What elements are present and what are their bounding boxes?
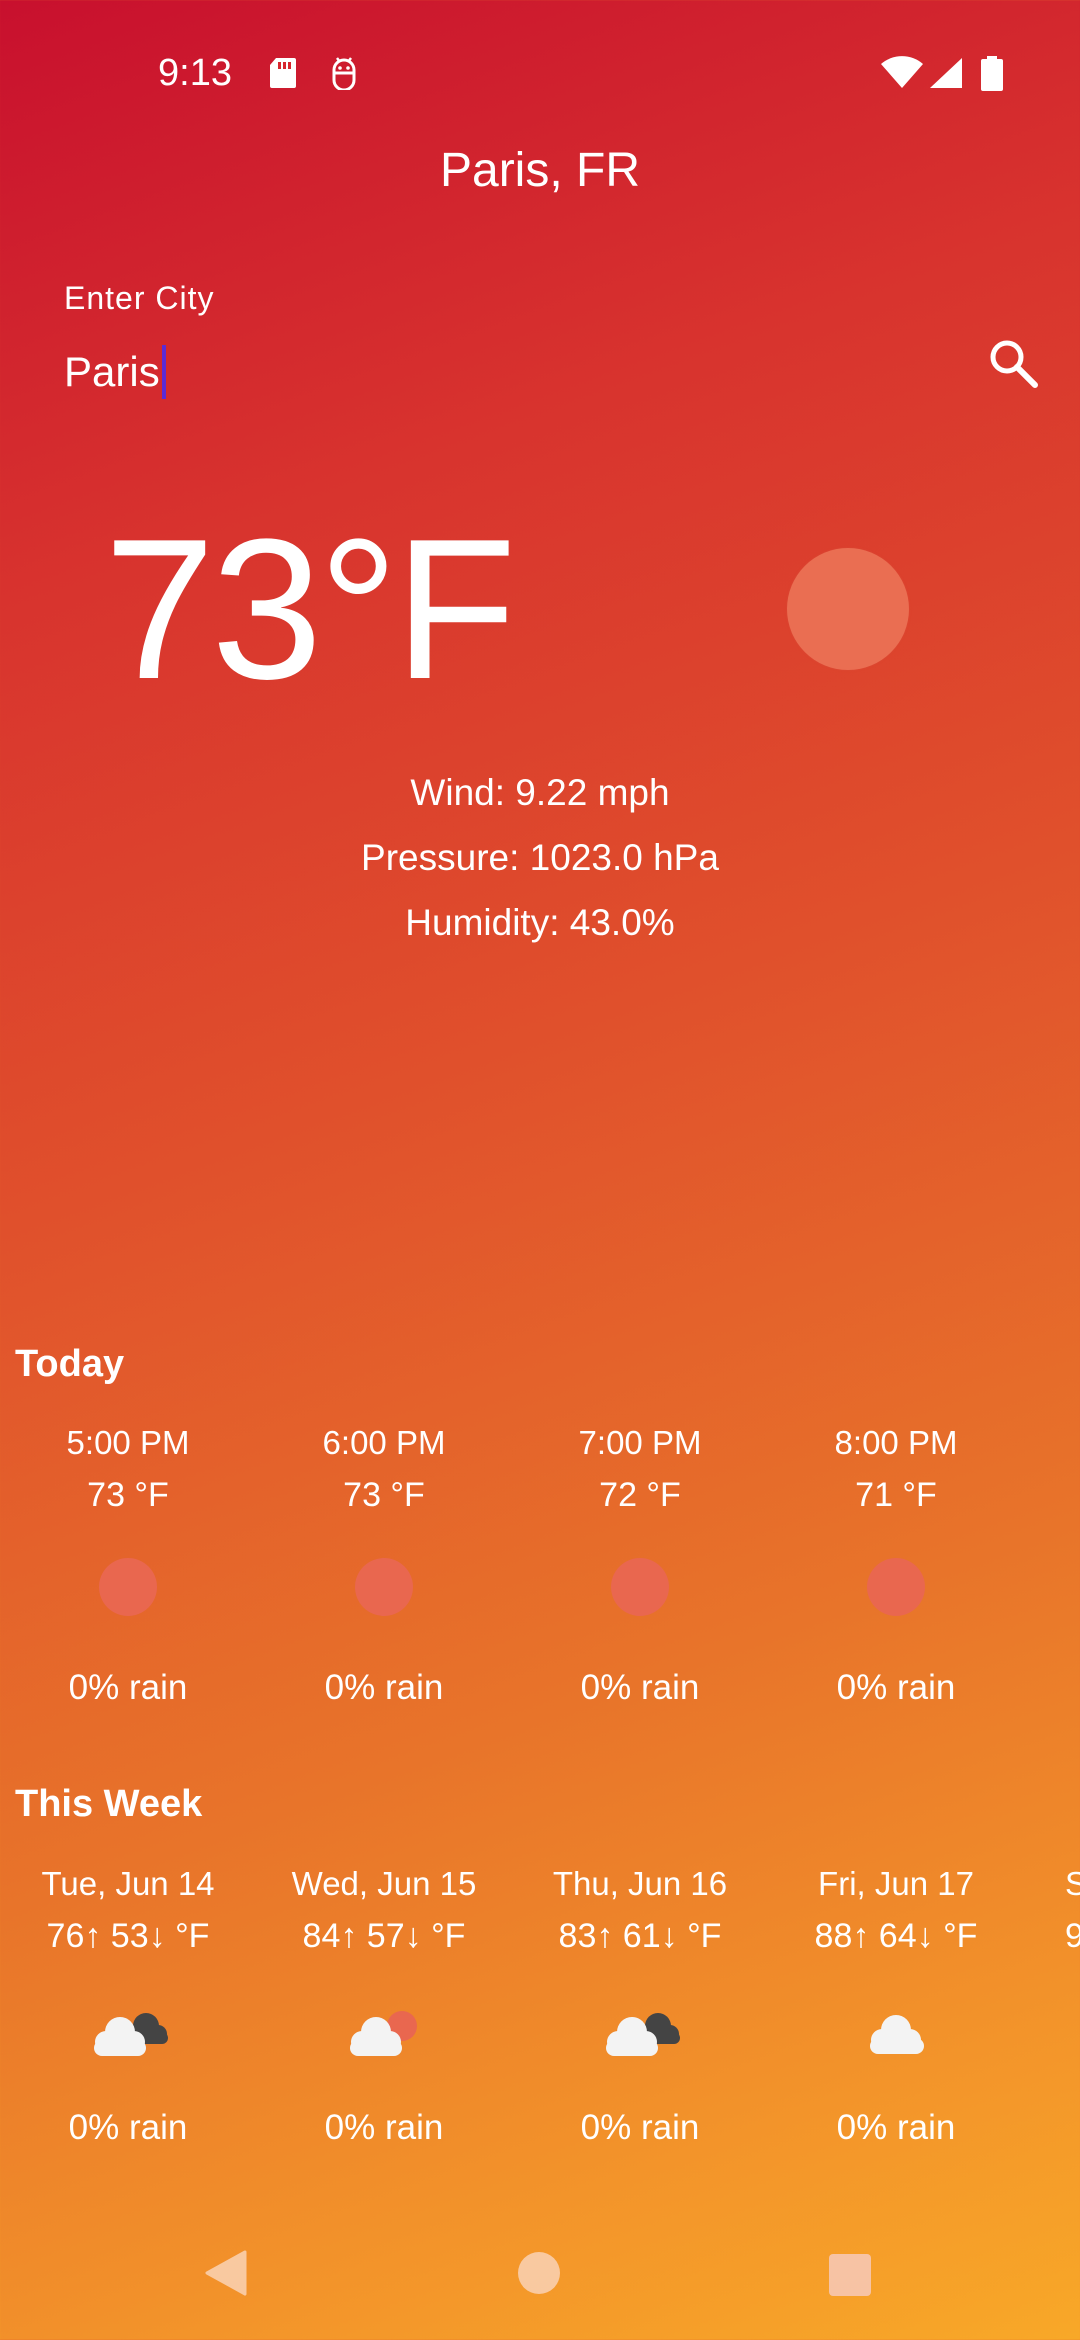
sun-icon <box>867 1558 925 1616</box>
cloud-icon <box>870 2015 924 2054</box>
status-time: 9:13 <box>158 52 232 94</box>
hour-temp: 73 °F <box>343 1476 425 1514</box>
hour-temp: 73 °F <box>87 1476 169 1514</box>
broken-clouds-icon <box>94 2013 168 2056</box>
day-temps: 88↑ 64↓ °F <box>814 1917 978 1955</box>
pressure-text: Pressure: 1023.0 hPa <box>361 837 719 878</box>
hour-rain: 0% rain <box>324 1668 444 1707</box>
day-temps: 76↑ 53↓ °F <box>46 1917 210 1955</box>
back-icon[interactable] <box>205 2250 247 2296</box>
text-cursor <box>161 345 166 399</box>
search-icon[interactable] <box>985 335 1043 393</box>
day-date: Wed, Jun 15 <box>291 1865 477 1902</box>
day-rain: 0% rain <box>68 2108 188 2147</box>
hour-temp: 71 °F <box>855 1476 937 1514</box>
day-rain: 0% rain <box>580 2108 700 2147</box>
sun-icon <box>787 548 909 670</box>
sun-icon <box>611 1558 669 1616</box>
hour-rain: 0% rain <box>580 1668 700 1707</box>
battery-icon <box>981 56 1003 91</box>
humidity-text: Humidity: 43.0% <box>405 902 675 943</box>
home-icon[interactable] <box>518 2252 560 2294</box>
wifi-icon <box>881 56 923 88</box>
search-label: Enter City <box>64 280 215 316</box>
day-temps: 83↑ 61↓ °F <box>558 1917 722 1955</box>
city-input-text: Paris <box>64 348 160 395</box>
today-title: Today <box>15 1343 125 1385</box>
hour-time: 6:00 PM <box>322 1424 446 1461</box>
partly-cloudy-icon <box>350 2011 417 2056</box>
day-date: Thu, Jun 16 <box>552 1865 728 1902</box>
city-title: Paris, FR <box>439 144 640 197</box>
day-rain: 0% rain <box>836 2108 956 2147</box>
hour-rain: 0% rain <box>68 1668 188 1707</box>
sun-icon <box>99 1558 157 1616</box>
city-input[interactable]: Paris <box>64 345 166 399</box>
cell-signal-icon <box>930 58 962 88</box>
hour-time: 8:00 PM <box>834 1424 958 1461</box>
hour-time: 5:00 PM <box>66 1424 190 1461</box>
android-debug-icon <box>332 57 356 90</box>
day-temps-partial: 9 <box>1065 1917 1080 1955</box>
day-date: Fri, Jun 17 <box>818 1865 974 1902</box>
day-date-partial: S <box>1065 1865 1080 1902</box>
day-date: Tue, Jun 14 <box>41 1865 215 1902</box>
current-temperature: 73°F <box>104 498 517 721</box>
hour-time: 7:00 PM <box>578 1424 702 1461</box>
day-temps: 84↑ 57↓ °F <box>302 1917 466 1955</box>
day-rain: 0% rain <box>324 2108 444 2147</box>
hour-rain: 0% rain <box>836 1668 956 1707</box>
week-title: This Week <box>15 1783 203 1825</box>
wind-text: Wind: 9.22 mph <box>410 772 670 813</box>
recents-icon[interactable] <box>829 2254 871 2296</box>
sd-card-icon <box>270 58 296 88</box>
broken-clouds-icon <box>606 2013 680 2056</box>
sun-icon <box>355 1558 413 1616</box>
hour-temp: 72 °F <box>599 1476 681 1514</box>
